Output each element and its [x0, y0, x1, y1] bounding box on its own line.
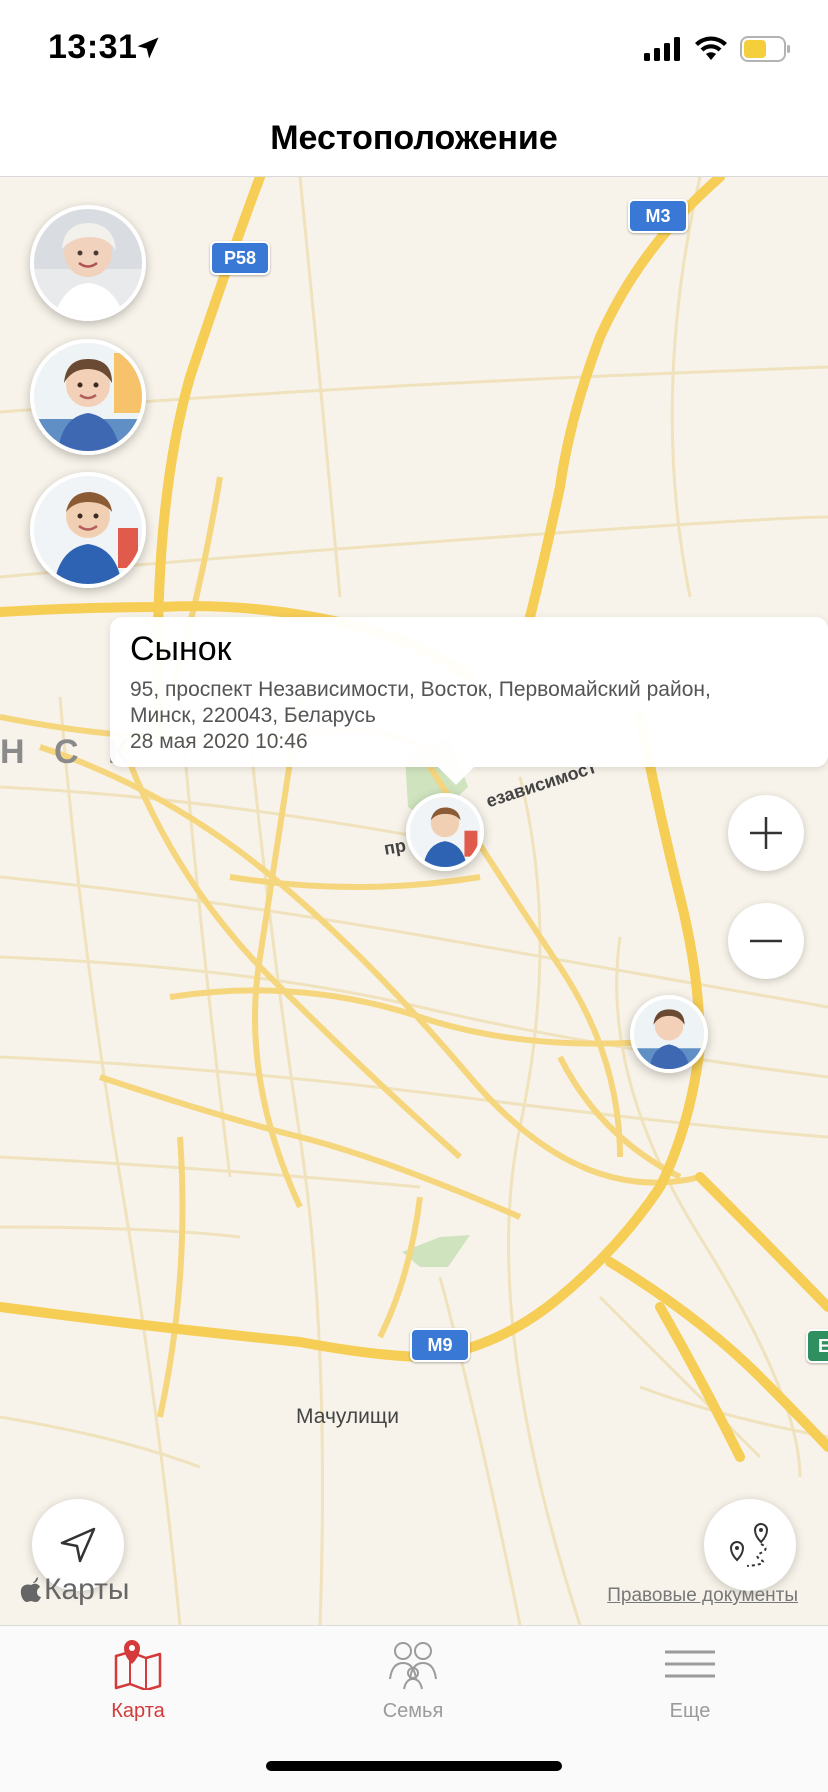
daughter-photo: [34, 343, 142, 451]
battery-icon: [740, 36, 790, 62]
family-icon: [385, 1636, 441, 1692]
route-pins-icon: [729, 1522, 769, 1567]
zoom-in-button[interactable]: [728, 795, 804, 871]
callout-address-line1: 95, проспект Независимости, Восток, Перв…: [130, 678, 711, 701]
tab-map[interactable]: Карта: [38, 1636, 238, 1746]
nav-header: Местоположение: [0, 100, 828, 177]
district-label: Мачулищи: [296, 1405, 399, 1428]
maps-attribution: Карты: [20, 1573, 130, 1607]
callout-address-line2: Минск, 220043, Беларусь: [130, 704, 376, 727]
son-marker[interactable]: [406, 793, 484, 871]
status-icons: [644, 34, 792, 64]
map-icon: [110, 1636, 166, 1692]
callout-title: Сынок: [130, 630, 232, 668]
legal-link[interactable]: Правовые документы: [607, 1585, 798, 1607]
road-shield-m3: M3: [628, 199, 688, 233]
zoom-out-button[interactable]: [728, 903, 804, 979]
apple-logo-icon: [20, 1577, 41, 1602]
tab-map-label: Карта: [111, 1700, 165, 1722]
tab-bar: Карта Семья Еще: [0, 1625, 828, 1792]
status-time: 13:31: [48, 28, 138, 66]
route-history-button[interactable]: [704, 1499, 796, 1591]
tab-more[interactable]: Еще: [590, 1636, 790, 1746]
navigation-arrow-icon: [60, 1527, 96, 1563]
tab-more-label: Еще: [669, 1700, 711, 1722]
son-marker-photo: [410, 797, 480, 867]
map-view[interactable]: P58 M3 M9 E Н С К езависимост пр Мачулищ…: [0, 177, 828, 1625]
page-title: Местоположение: [270, 118, 558, 157]
daughter-marker-photo: [634, 999, 704, 1069]
wifi-icon: [695, 36, 727, 60]
son-photo: [34, 476, 142, 584]
status-bar: 13:31: [0, 0, 828, 100]
grandmother-photo: [34, 209, 142, 317]
maps-attribution-label: Карты: [44, 1573, 130, 1606]
street-label-pr: пр: [382, 835, 408, 859]
callout-timestamp: 28 мая 2020 10:46: [130, 730, 308, 753]
home-indicator[interactable]: [266, 1761, 562, 1771]
signal-icon: [644, 37, 680, 61]
road-shield-p58: P58: [210, 241, 270, 275]
daughter-marker[interactable]: [630, 995, 708, 1073]
location-arrow-icon: [137, 37, 159, 59]
grandmother-avatar[interactable]: [30, 205, 146, 321]
location-callout[interactable]: Сынок 95, проспект Независимости, Восток…: [110, 617, 828, 785]
plus-icon: [750, 817, 782, 849]
road-shield-m9: M9: [410, 1328, 470, 1362]
road-shield-e: E: [806, 1329, 828, 1363]
app-screen: 13:31 Местоположение P58 M3 M9 E Н С К е…: [0, 0, 828, 1792]
tab-family[interactable]: Семья: [313, 1636, 513, 1746]
minus-icon: [750, 939, 782, 943]
daughter-avatar[interactable]: [30, 339, 146, 455]
son-avatar[interactable]: [30, 472, 146, 588]
menu-icon: [662, 1636, 718, 1692]
tab-family-label: Семья: [382, 1700, 444, 1722]
